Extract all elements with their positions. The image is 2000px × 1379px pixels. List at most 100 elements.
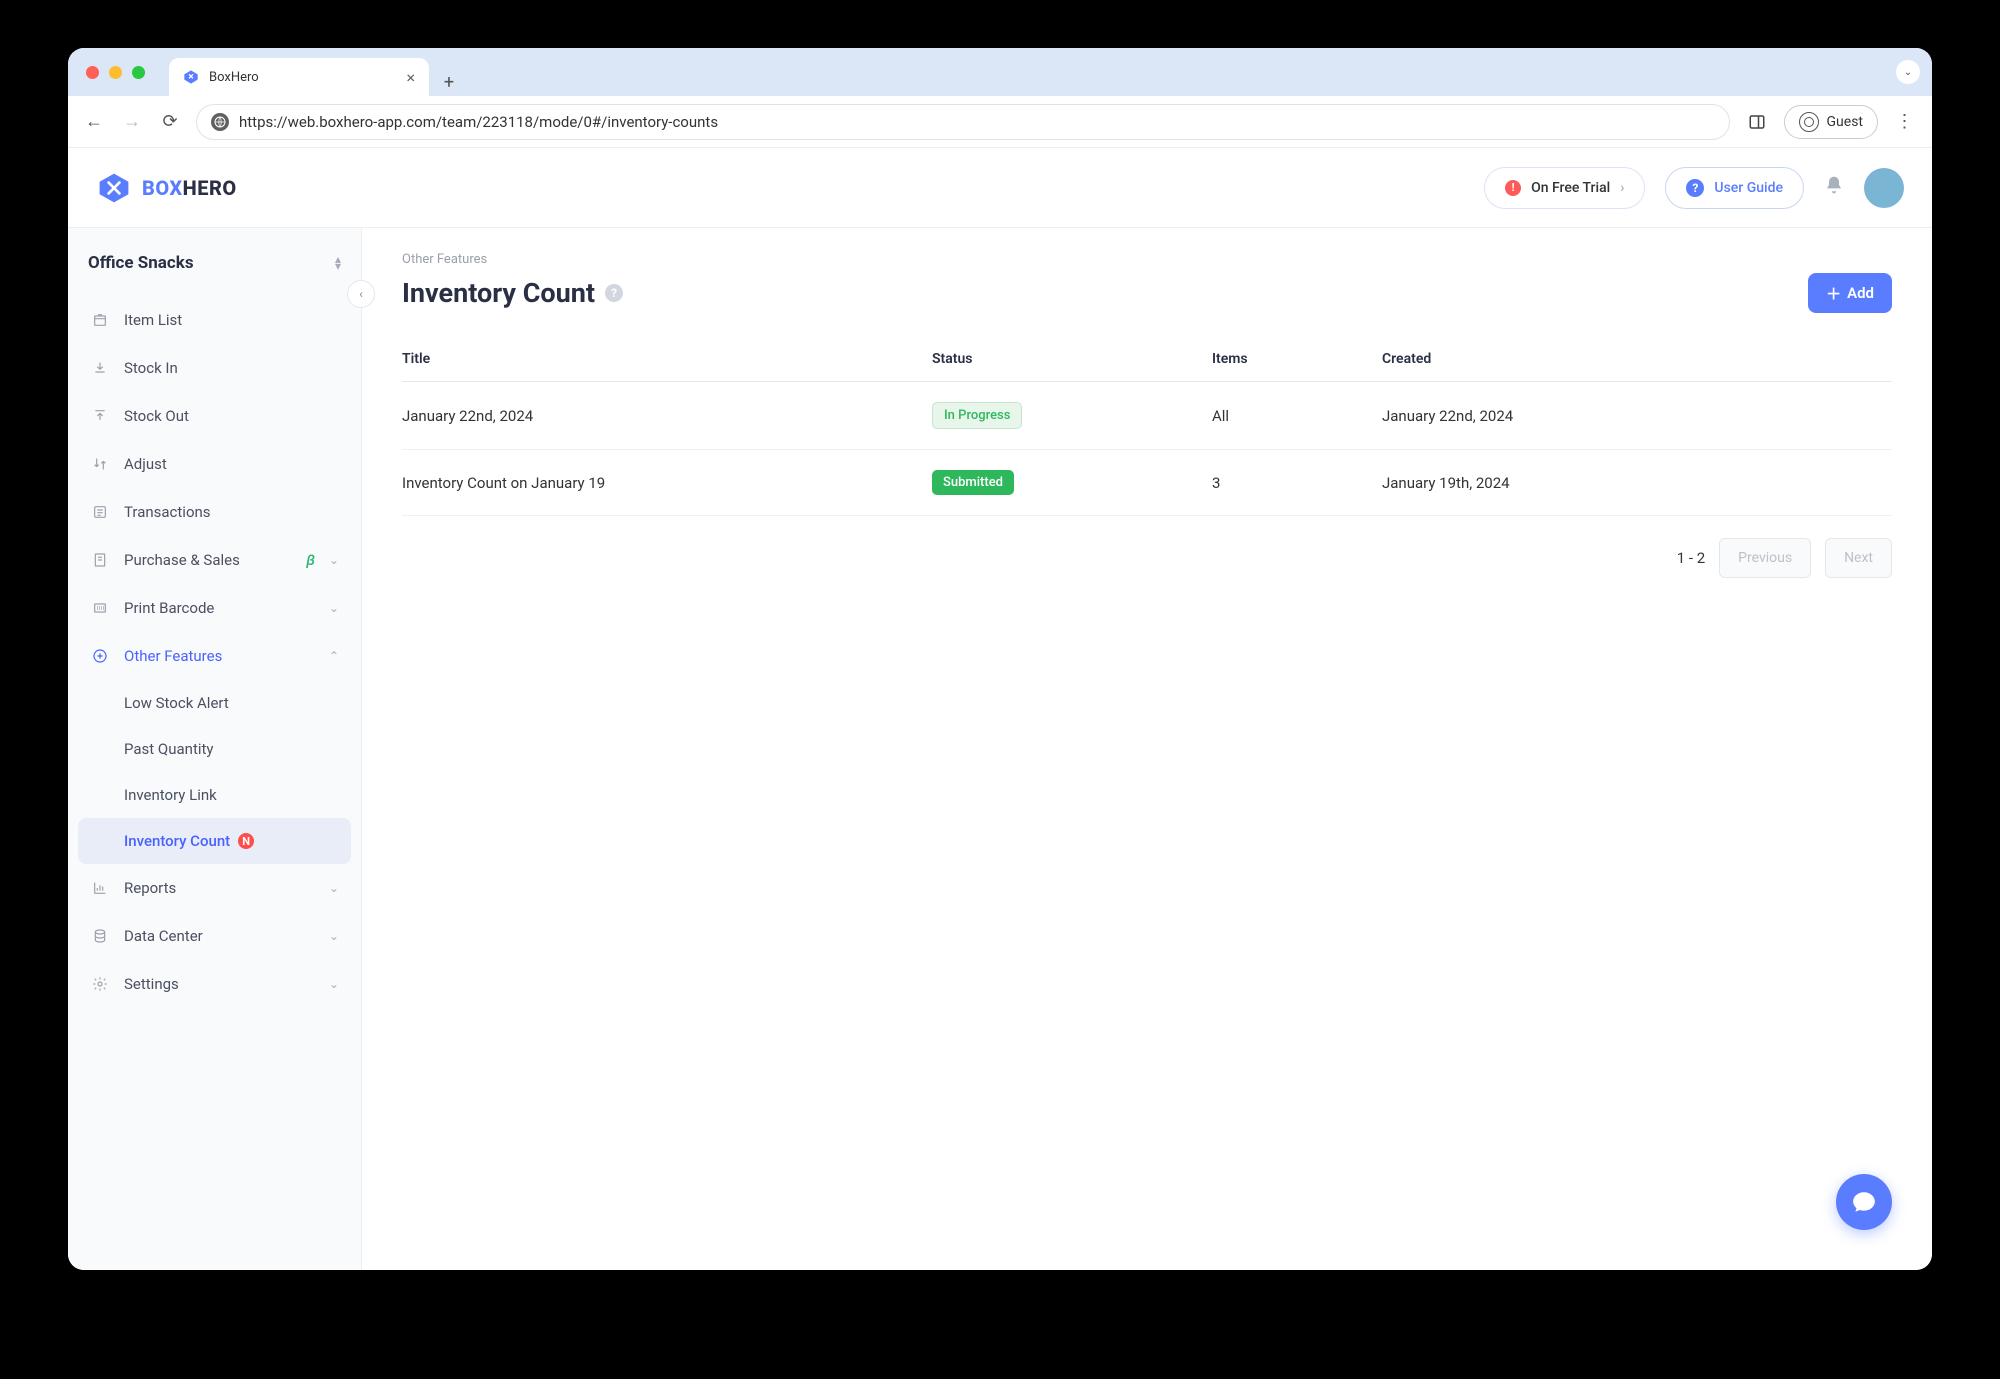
sidebar-item-data-center[interactable]: Data Center ⌄ [78,912,351,960]
reload-button[interactable]: ⟳ [158,110,182,134]
status-badge: Submitted [932,470,1014,495]
sidebar-item-label: Stock Out [124,407,339,425]
upload-icon [90,406,110,426]
help-icon: ? [1686,179,1704,197]
sidebar-item-stock-in[interactable]: Stock In [78,344,351,392]
sidebar-item-adjust[interactable]: Adjust [78,440,351,488]
chevron-down-icon: ⌄ [329,601,339,615]
barcode-icon [90,598,110,618]
notifications-icon[interactable] [1824,175,1844,200]
sidebar-item-print-barcode[interactable]: Print Barcode ⌄ [78,584,351,632]
browser-menu-button[interactable]: ⋮ [1892,109,1918,135]
maximize-window[interactable] [132,66,145,79]
sidebar-item-label: Reports [124,879,315,897]
column-title[interactable]: Title [402,351,932,367]
beta-badge: β [306,551,315,569]
previous-button[interactable]: Previous [1719,538,1811,578]
profile-button[interactable]: Guest [1784,105,1878,139]
team-name: Office Snacks [88,253,194,273]
logo-text: BOXHERO [142,176,237,200]
page-title: Inventory Count ? [402,277,623,309]
sidebar-subitem-inventory-count[interactable]: Inventory Count N [78,818,351,864]
next-button[interactable]: Next [1825,538,1892,578]
sidebar-item-other-features[interactable]: Other Features ⌃ [78,632,351,680]
chat-fab[interactable] [1836,1174,1892,1230]
column-status[interactable]: Status [932,351,1212,367]
chat-icon [1851,1189,1877,1215]
cell-items: All [1212,407,1382,425]
download-icon [90,358,110,378]
sidebar-item-label: Transactions [124,503,339,521]
window-controls [86,66,145,79]
sidebar-subitem-low-stock-alert[interactable]: Low Stock Alert [78,680,351,726]
team-selector[interactable]: Office Snacks ▴▾ [78,242,351,284]
app-header: BOXHERO ! On Free Trial › ? User Guide [68,148,1932,228]
gear-icon [90,974,110,994]
column-created[interactable]: Created [1382,351,1892,367]
sidebar-subitem-inventory-link[interactable]: Inventory Link [78,772,351,818]
table-header: Title Status Items Created [402,337,1892,382]
user-guide-label: User Guide [1714,180,1783,196]
alert-icon: ! [1505,180,1521,196]
sidebar-item-item-list[interactable]: Item List [78,296,351,344]
sidebar-item-reports[interactable]: Reports ⌄ [78,864,351,912]
favicon-icon [183,69,199,85]
address-bar[interactable]: https://web.boxhero-app.com/team/223118/… [196,104,1730,140]
sidebar-subitem-label: Inventory Count [124,832,230,850]
sidebar-item-stock-out[interactable]: Stock Out [78,392,351,440]
sidebar-item-purchase-sales[interactable]: Purchase & Sales β ⌄ [78,536,351,584]
swap-icon [90,454,110,474]
new-tab-button[interactable]: + [435,68,463,96]
tabs-dropdown[interactable]: ⌄ [1896,60,1920,84]
logo[interactable]: BOXHERO [96,170,237,206]
free-trial-button[interactable]: ! On Free Trial › [1484,167,1645,209]
site-info-icon[interactable] [211,113,229,131]
list-icon [90,502,110,522]
close-window[interactable] [86,66,99,79]
user-avatar[interactable] [1864,168,1904,208]
back-button[interactable]: ← [82,110,106,134]
sidebar-item-label: Item List [124,311,339,329]
sidebar-item-label: Adjust [124,455,339,473]
close-tab-icon[interactable]: × [406,68,415,87]
database-icon [90,926,110,946]
panel-icon[interactable] [1744,109,1770,135]
sidebar-item-label: Purchase & Sales [124,551,288,569]
box-icon [90,310,110,330]
minimize-window[interactable] [109,66,122,79]
main-content: Other Features Inventory Count ? ＋ Add T… [362,228,1932,1270]
forward-button[interactable]: → [120,110,144,134]
column-items[interactable]: Items [1212,351,1382,367]
cell-title: Inventory Count on January 19 [402,474,932,492]
chevron-down-icon: ⌄ [329,929,339,943]
sidebar-item-label: Print Barcode [124,599,315,617]
sidebar-subitem-past-quantity[interactable]: Past Quantity [78,726,351,772]
user-guide-button[interactable]: ? User Guide [1665,167,1804,209]
url-text: https://web.boxhero-app.com/team/223118/… [239,113,718,131]
sidebar: Office Snacks ▴▾ ‹ Item List Stock In St… [68,228,362,1270]
sidebar-item-transactions[interactable]: Transactions [78,488,351,536]
sidebar-item-label: Other Features [124,647,315,665]
tab-title: BoxHero [209,70,259,85]
logo-icon [96,170,132,206]
browser-tab[interactable]: BoxHero × [169,58,429,96]
guest-avatar-icon [1799,112,1819,132]
sidebar-subitem-label: Low Stock Alert [124,694,229,712]
pagination: 1 - 2 Previous Next [402,516,1892,600]
chevron-right-icon: › [1620,180,1624,196]
chevron-up-icon: ⌃ [329,649,339,663]
add-button[interactable]: ＋ Add [1808,273,1892,313]
cell-items: 3 [1212,474,1382,492]
table-row[interactable]: January 22nd, 2024 In Progress All Janua… [402,382,1892,450]
pagination-info: 1 - 2 [1677,549,1705,567]
status-badge: In Progress [932,402,1022,429]
chevron-down-icon: ⌄ [329,881,339,895]
new-badge-icon: N [238,833,254,849]
sidebar-item-settings[interactable]: Settings ⌄ [78,960,351,1008]
table-row[interactable]: Inventory Count on January 19 Submitted … [402,450,1892,516]
sidebar-subitem-label: Inventory Link [124,786,217,804]
inventory-count-table: Title Status Items Created January 22nd,… [402,337,1892,516]
cell-title: January 22nd, 2024 [402,407,932,425]
free-trial-label: On Free Trial [1531,180,1610,196]
help-icon[interactable]: ? [605,284,623,302]
